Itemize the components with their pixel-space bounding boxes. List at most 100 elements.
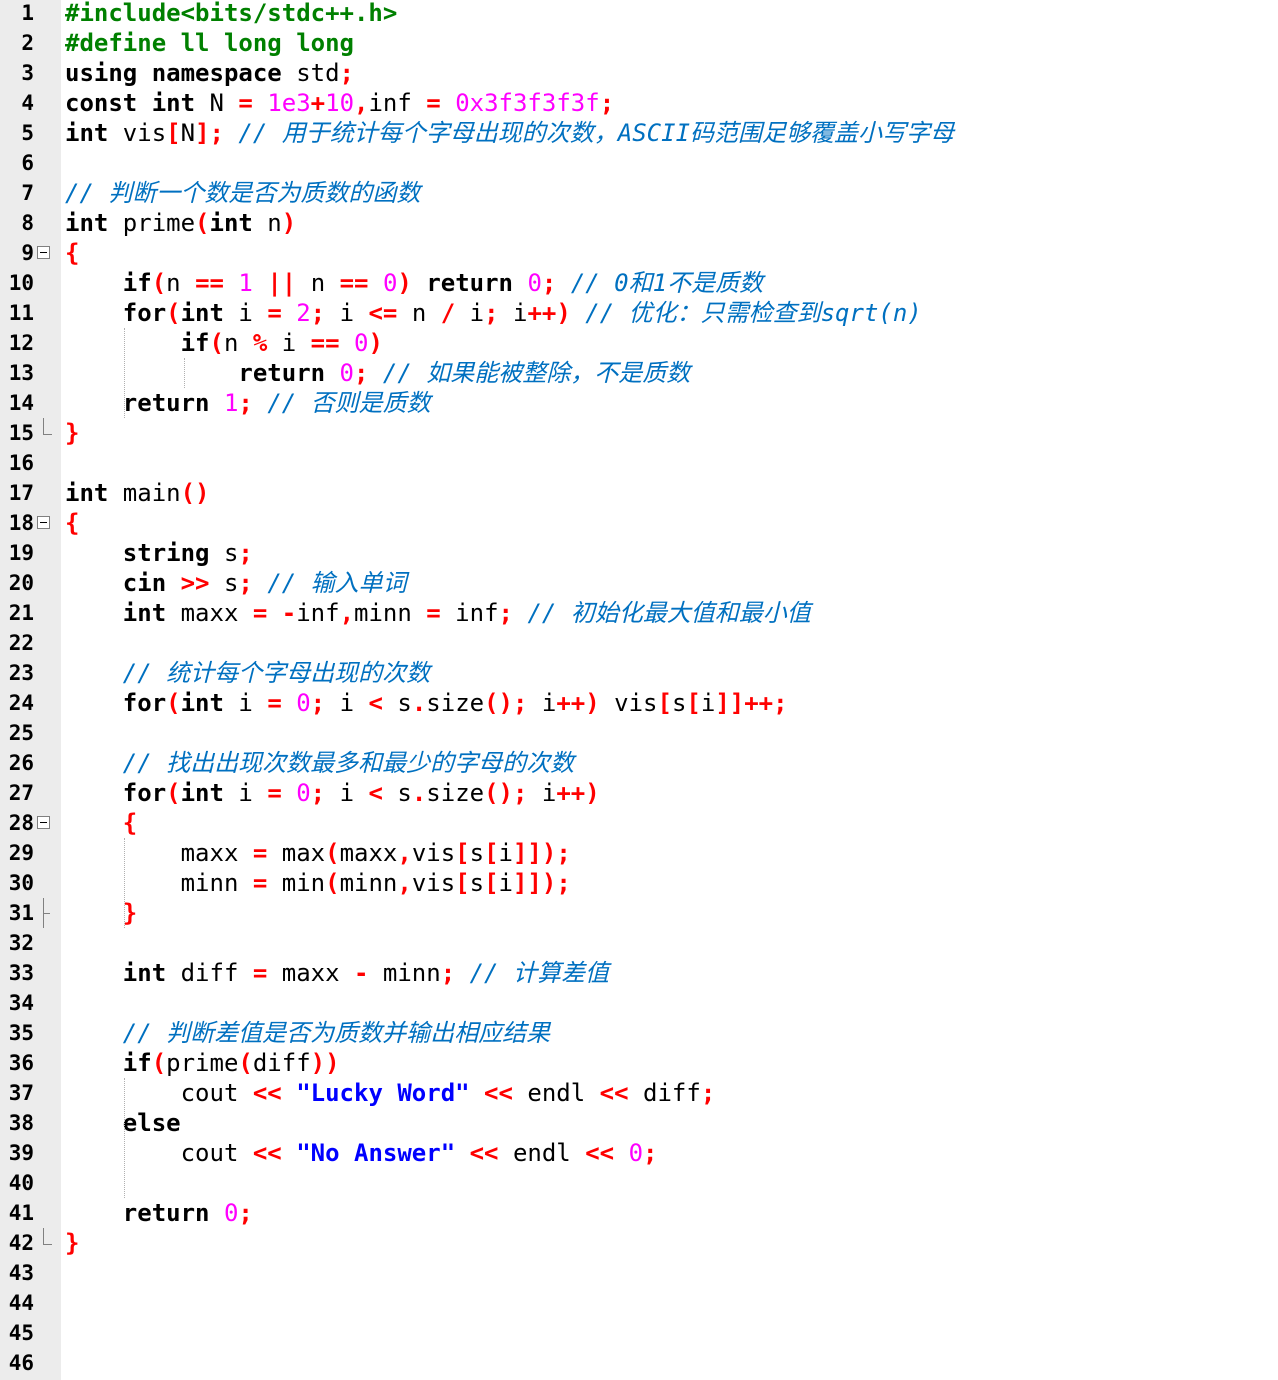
code-text[interactable]: // 统计每个字母出现的次数 — [65, 658, 430, 688]
code-line[interactable]: 22 — [0, 628, 1278, 658]
code-line[interactable]: 31 } — [0, 898, 1278, 928]
code-token: || — [267, 269, 311, 297]
code-text[interactable]: int vis[N]; // 用于统计每个字母出现的次数，ASCII码范围足够覆… — [65, 118, 954, 148]
line-number: 10 — [8, 271, 34, 295]
code-line[interactable]: 28 { — [0, 808, 1278, 838]
code-line[interactable]: 11 for(int i = 2; i <= n / i; i++) // 优化… — [0, 298, 1278, 328]
code-text[interactable]: int prime(int n) — [65, 208, 296, 238]
code-line[interactable]: 17 int main() — [0, 478, 1278, 508]
code-text[interactable]: return 0; // 如果能被整除，不是质数 — [65, 358, 690, 388]
code-text[interactable]: int maxx = -inf,minn = inf; // 初始化最大值和最小… — [65, 598, 811, 628]
code-line[interactable]: 16 — [0, 448, 1278, 478]
code-text[interactable]: } — [65, 898, 137, 928]
code-text[interactable]: { — [65, 508, 79, 538]
code-line[interactable]: 23 // 统计每个字母出现的次数 — [0, 658, 1278, 688]
code-line[interactable]: 38 else — [0, 1108, 1278, 1138]
code-text[interactable]: return 0; — [65, 1198, 253, 1228]
code-line[interactable]: 20 cin >> s; // 输入单词 — [0, 568, 1278, 598]
code-token: = - — [252, 599, 297, 627]
code-line[interactable]: 32 — [0, 928, 1278, 958]
code-line[interactable]: 8 int prime(int n) — [0, 208, 1278, 238]
code-text[interactable]: int diff = maxx - minn; // 计算差值 — [65, 958, 609, 988]
code-line[interactable]: 9{ — [0, 238, 1278, 268]
code-line[interactable]: 7 // 判断一个数是否为质数的函数 — [0, 178, 1278, 208]
code-token: >> — [180, 569, 224, 597]
code-line[interactable]: 29 maxx = max(maxx,vis[s[i]]); — [0, 838, 1278, 868]
code-line[interactable]: 14 return 1; // 否则是质数 — [0, 388, 1278, 418]
code-line[interactable]: 45 — [0, 1318, 1278, 1348]
code-line[interactable]: 35 // 判断差值是否为质数并输出相应结果 — [0, 1018, 1278, 1048]
code-text[interactable]: using namespace std; — [65, 58, 354, 88]
code-token: vis — [411, 869, 456, 897]
code-line[interactable]: 40 — [0, 1168, 1278, 1198]
code-line[interactable]: 12 if(n % i == 0) — [0, 328, 1278, 358]
code-line[interactable]: 3 using namespace std; — [0, 58, 1278, 88]
code-text[interactable]: const int N = 1e3+10,inf = 0x3f3f3f3f; — [65, 88, 614, 118]
code-line[interactable]: 33 int diff = maxx - minn; // 计算差值 — [0, 958, 1278, 988]
code-line[interactable]: 34 — [0, 988, 1278, 1018]
code-line[interactable]: 5 int vis[N]; // 用于统计每个字母出现的次数，ASCII码范围足够… — [0, 118, 1278, 148]
code-token: size — [426, 779, 485, 807]
code-text[interactable]: return 1; // 否则是质数 — [65, 388, 431, 418]
fold-collapse-icon[interactable] — [37, 246, 50, 259]
code-line[interactable]: 46 — [0, 1348, 1278, 1378]
code-line[interactable]: 43 — [0, 1258, 1278, 1288]
code-token: , — [339, 599, 355, 627]
code-text[interactable]: int main() — [65, 478, 210, 508]
code-text[interactable]: } — [65, 1228, 79, 1258]
code-text[interactable]: for(int i = 2; i <= n / i; i++) // 优化：只需… — [65, 298, 922, 328]
code-token: 1e3 — [267, 89, 311, 117]
code-line[interactable]: 30 minn = min(minn,vis[s[i]]); — [0, 868, 1278, 898]
code-text[interactable]: { — [65, 808, 137, 838]
code-line[interactable]: 10 if(n == 1 || n == 0) return 0; // 0和1… — [0, 268, 1278, 298]
code-text[interactable]: // 判断差值是否为质数并输出相应结果 — [65, 1018, 550, 1048]
code-line[interactable]: 21 int maxx = -inf,minn = inf; // 初始化最大值… — [0, 598, 1278, 628]
code-line[interactable]: 39 cout << "No Answer" << endl << 0; — [0, 1138, 1278, 1168]
code-token: { — [65, 239, 80, 267]
code-line[interactable]: 13 return 0; // 如果能被整除，不是质数 — [0, 358, 1278, 388]
code-text[interactable]: else — [65, 1108, 181, 1138]
code-text[interactable]: cout << "No Answer" << endl << 0; — [65, 1138, 658, 1168]
code-text[interactable]: #define ll long long — [65, 28, 354, 58]
code-text[interactable]: if(n == 1 || n == 0) return 0; // 0和1不是质… — [65, 268, 763, 298]
code-text[interactable]: minn = min(minn,vis[s[i]]); — [65, 868, 571, 898]
code-line[interactable]: 36 if(prime(diff)) — [0, 1048, 1278, 1078]
code-text[interactable]: string s; — [65, 538, 253, 568]
code-line[interactable]: 27 for(int i = 0; i < s.size(); i++) — [0, 778, 1278, 808]
code-text[interactable]: for(int i = 0; i < s.size(); i++) — [65, 778, 600, 808]
code-text[interactable]: if(n % i == 0) — [65, 328, 383, 358]
code-line[interactable]: 4 const int N = 1e3+10,inf = 0x3f3f3f3f; — [0, 88, 1278, 118]
code-line[interactable]: 44 — [0, 1288, 1278, 1318]
code-text[interactable]: if(prime(diff)) — [65, 1048, 340, 1078]
code-line[interactable]: 1 #include<bits/stdc++.h> — [0, 0, 1278, 28]
code-line[interactable]: 18 { — [0, 508, 1278, 538]
code-editor[interactable]: 1 #include<bits/stdc++.h> 2 #define ll long… — [0, 0, 1278, 1380]
code-line[interactable]: 41 return 0; — [0, 1198, 1278, 1228]
code-token: i — [541, 689, 557, 717]
code-line[interactable]: 2 #define ll long long — [0, 28, 1278, 58]
code-token: ; — [310, 689, 340, 717]
line-number: 18 — [8, 511, 34, 535]
code-line[interactable]: 19 string s; — [0, 538, 1278, 568]
code-text[interactable]: // 判断一个数是否为质数的函数 — [65, 178, 420, 208]
code-text[interactable]: maxx = max(maxx,vis[s[i]]); — [65, 838, 571, 868]
code-text[interactable]: { — [65, 238, 79, 268]
code-line[interactable]: 26 // 找出出现次数最多和最少的字母的次数 — [0, 748, 1278, 778]
code-line[interactable]: 15} — [0, 418, 1278, 448]
code-text[interactable]: for(int i = 0; i < s.size(); i++) vis[s[… — [65, 688, 788, 718]
code-line[interactable]: 24 for(int i = 0; i < s.size(); i++) vis… — [0, 688, 1278, 718]
fold-collapse-icon[interactable] — [37, 516, 50, 529]
code-text[interactable]: } — [65, 418, 79, 448]
code-text[interactable]: #include<bits/stdc++.h> — [65, 0, 397, 28]
fold-collapse-icon[interactable] — [37, 816, 50, 829]
code-text[interactable]: cout << "Lucky Word" << endl << diff; — [65, 1078, 716, 1108]
code-line[interactable]: 42} — [0, 1228, 1278, 1258]
code-line[interactable]: 25 — [0, 718, 1278, 748]
code-line[interactable]: 37 cout << "Lucky Word" << endl << diff; — [0, 1078, 1278, 1108]
code-token: ( — [238, 1049, 253, 1077]
code-line[interactable]: 6 — [0, 148, 1278, 178]
code-text[interactable]: // 找出出现次数最多和最少的字母的次数 — [65, 748, 574, 778]
code-token: i — [238, 779, 268, 807]
code-text[interactable]: cin >> s; // 输入单词 — [65, 568, 407, 598]
